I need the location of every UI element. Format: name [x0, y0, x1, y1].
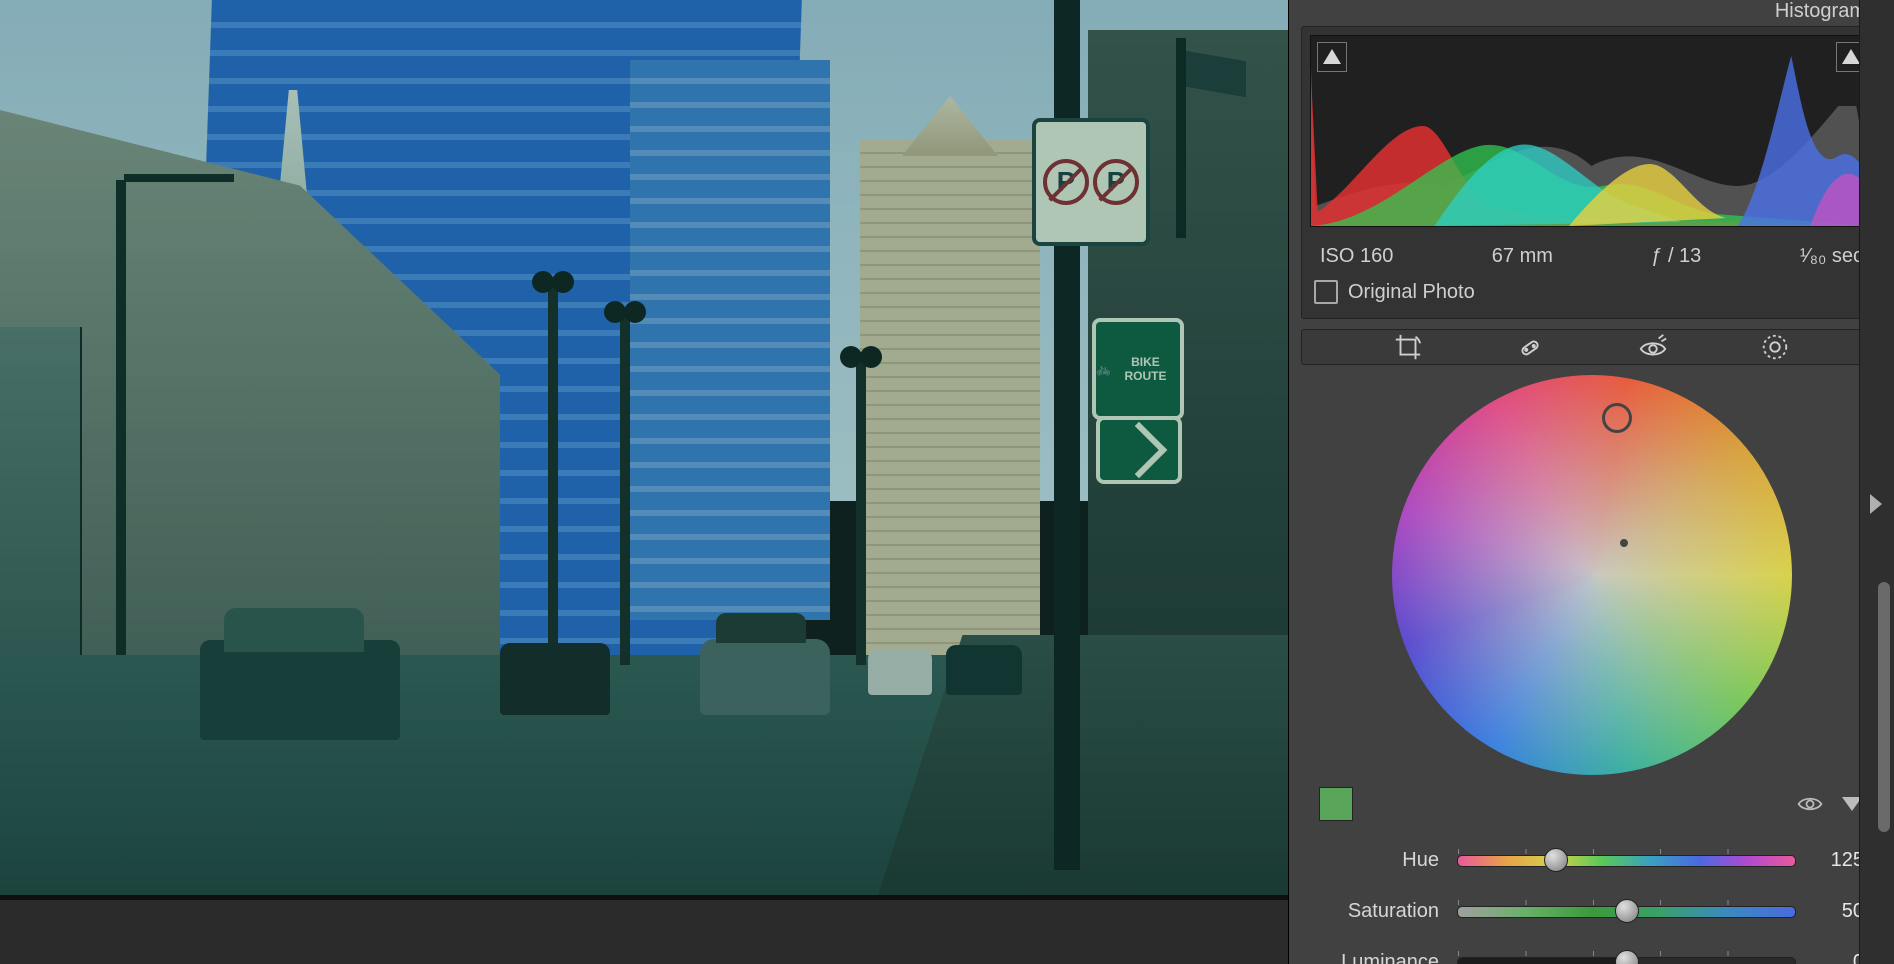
histogram-panel-header[interactable]: Histogram: [1289, 0, 1894, 18]
color-wheel-center: [1620, 539, 1628, 547]
photo-canvas[interactable]: PP 🚲BIKE ROUTE: [0, 0, 1288, 895]
saturation-label: Saturation: [1319, 900, 1439, 923]
luminance-value[interactable]: 0: [1814, 951, 1864, 964]
original-photo-checkbox[interactable]: [1314, 280, 1338, 304]
histogram-svg: [1311, 36, 1872, 226]
heal-tool-icon[interactable]: [1513, 330, 1547, 364]
tool-strip: [1301, 329, 1882, 365]
no-parking-sign: PP: [1032, 118, 1150, 246]
expand-right-panel-icon[interactable]: [1870, 494, 1882, 514]
hue-label: Hue: [1319, 849, 1439, 872]
histogram-plot[interactable]: [1310, 35, 1873, 227]
exif-aperture: ƒ / 13: [1651, 245, 1701, 268]
hue-slider-row: Hue 125: [1319, 849, 1864, 872]
color-wheel-picker-handle[interactable]: [1602, 403, 1632, 433]
saturation-value[interactable]: 50: [1814, 900, 1864, 923]
right-rail: [1859, 0, 1894, 964]
luminance-slider-row: Luminance 0: [1319, 951, 1864, 964]
mask-tool-icon[interactable]: [1758, 330, 1792, 364]
crop-tool-icon[interactable]: [1391, 330, 1425, 364]
photo-content: PP 🚲BIKE ROUTE: [0, 0, 1288, 895]
photo-preview-area: PP 🚲BIKE ROUTE: [0, 0, 1288, 964]
exif-row: ISO 160 67 mm ƒ / 13 ¹⁄₈₀ sec: [1302, 235, 1881, 274]
saturation-slider-row: Saturation 50: [1319, 900, 1864, 923]
color-grading-panel: Hue 125 Saturation 50 Luminance: [1301, 375, 1882, 964]
original-photo-row[interactable]: Original Photo: [1302, 274, 1881, 318]
exif-shutter: ¹⁄₈₀ sec: [1800, 245, 1863, 268]
luminance-label: Luminance: [1319, 951, 1439, 964]
develop-panel: Histogram: [1288, 0, 1894, 964]
bike-route-sign: 🚲BIKE ROUTE: [1092, 318, 1184, 420]
app-root: PP 🚲BIKE ROUTE Histogram: [0, 0, 1894, 964]
hue-slider[interactable]: [1457, 855, 1796, 867]
hue-value[interactable]: 125: [1814, 849, 1864, 872]
turn-arrow-sign: [1096, 416, 1182, 484]
redeye-tool-icon[interactable]: [1636, 330, 1670, 364]
saturation-slider-handle[interactable]: [1615, 899, 1639, 923]
original-photo-label: Original Photo: [1348, 281, 1475, 304]
filmstrip-bar[interactable]: [0, 900, 1288, 964]
hue-slider-handle[interactable]: [1544, 848, 1568, 872]
exif-iso: ISO 160: [1320, 245, 1393, 268]
luminance-slider-handle[interactable]: [1615, 950, 1639, 964]
saturation-slider[interactable]: [1457, 906, 1796, 918]
luminance-slider[interactable]: [1457, 957, 1796, 964]
selected-color-swatch[interactable]: [1319, 787, 1353, 821]
color-wheel[interactable]: [1392, 375, 1792, 775]
exif-focal: 67 mm: [1492, 245, 1553, 268]
panel-scrollbar-thumb[interactable]: [1878, 582, 1890, 832]
visibility-toggle-icon[interactable]: [1796, 790, 1824, 818]
histogram-box: ISO 160 67 mm ƒ / 13 ¹⁄₈₀ sec Original P…: [1301, 26, 1882, 319]
